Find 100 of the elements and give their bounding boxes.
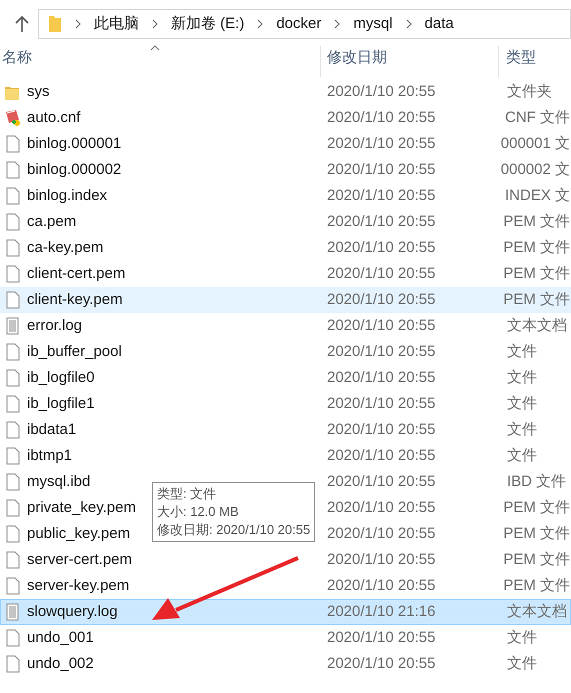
file-icon [4, 161, 22, 179]
column-header[interactable]: 类型 [498, 46, 571, 77]
file-row[interactable]: client-key.pem 2020/1/10 20:55 PEM 文件 [0, 287, 571, 313]
sort-caret-icon [150, 45, 160, 51]
file-icon [4, 265, 22, 283]
breadcrumb[interactable]: 新加卷 (E:) [171, 12, 244, 36]
file-name: server-key.pem [27, 576, 130, 594]
file-name: ib_buffer_pool [27, 342, 122, 360]
modified-date: 2020/1/10 20:55 [326, 82, 436, 102]
modified-date: 2020/1/10 20:55 [326, 524, 436, 544]
modified-date: 2020/1/10 20:55 [326, 628, 436, 648]
file-row[interactable]: slowquery.log 2020/1/10 21:16 文本文档 [0, 599, 571, 625]
address-bar[interactable]: 此电脑 新加卷 (E:) docker mysql data [38, 9, 571, 39]
file-type: 文件夹 [506, 82, 552, 102]
modified-date: 2020/1/10 20:55 [326, 316, 436, 336]
modified-date: 2020/1/10 20:55 [326, 212, 436, 232]
file-type: PEM 文件 [502, 498, 570, 518]
file-icon [4, 135, 22, 153]
column-header[interactable]: 修改日期 [320, 46, 498, 77]
file-type: 文本文档 [506, 316, 567, 336]
file-type: 文件 [506, 420, 537, 440]
file-type: 文件 [506, 394, 537, 414]
file-name: mysql.ibd [27, 472, 90, 490]
modified-date: 2020/1/10 20:55 [326, 160, 436, 180]
file-name: undo_001 [27, 628, 94, 646]
file-name: ibtmp1 [27, 446, 72, 464]
file-type: 文件 [506, 342, 537, 362]
modified-date: 2020/1/10 21:16 [326, 602, 436, 622]
modified-date: 2020/1/10 20:55 [326, 576, 436, 596]
file-icon [4, 213, 22, 231]
file-name: private_key.pem [27, 498, 136, 516]
breadcrumb[interactable]: 此电脑 [94, 12, 139, 36]
column-header[interactable]: 名称 [0, 46, 320, 77]
file-type: 文件 [506, 654, 537, 674]
file-name: client-key.pem [27, 290, 123, 308]
file-type: PEM 文件 [502, 290, 570, 310]
file-type: 文件 [506, 446, 537, 466]
file-name: binlog.index [27, 186, 108, 204]
file-type: PEM 文件 [502, 550, 570, 570]
file-type: INDEX 文 [504, 186, 570, 206]
file-type: PEM 文件 [502, 576, 570, 596]
chevron-icon[interactable] [257, 19, 264, 29]
file-name: error.log [27, 316, 82, 334]
chevron-icon[interactable] [406, 19, 412, 29]
file-name: binlog.000001 [27, 134, 122, 152]
chevron-icon[interactable] [75, 19, 81, 29]
modified-date: 2020/1/10 20:55 [326, 550, 436, 570]
file-icon [4, 473, 22, 491]
file-type: PEM 文件 [502, 212, 570, 232]
modified-date: 2020/1/10 20:55 [326, 368, 436, 388]
file-icon [4, 187, 22, 205]
file-type: 文件 [506, 368, 537, 388]
file-icon [4, 499, 22, 517]
breadcrumb[interactable]: mysql [353, 12, 393, 36]
modified-date: 2020/1/10 20:55 [326, 186, 436, 206]
modified-date: 2020/1/10 20:55 [326, 290, 436, 310]
file-type: PEM 文件 [502, 524, 570, 544]
file-icon [4, 369, 22, 387]
chevron-icon[interactable] [334, 19, 340, 29]
file-icon [4, 655, 22, 673]
gear-file-icon [4, 109, 22, 127]
file-icon [4, 447, 22, 465]
file-type: IBD 文件 [506, 472, 566, 492]
up-arrow-icon[interactable] [14, 15, 30, 33]
file-icon [4, 395, 22, 413]
file-name: ca-key.pem [27, 238, 104, 256]
file-name: slowquery.log [27, 602, 118, 620]
file-name: ib_logfile0 [27, 368, 95, 386]
file-name: client-cert.pem [27, 264, 126, 282]
breadcrumb[interactable]: data [424, 12, 454, 36]
file-icon [4, 239, 22, 257]
modified-date: 2020/1/10 20:55 [326, 342, 436, 362]
file-icon [4, 525, 22, 543]
file-icon [4, 629, 22, 647]
file-name: sys [27, 82, 50, 100]
file-type: 文本文档 [506, 602, 567, 622]
chevron-icon[interactable] [152, 19, 158, 29]
modified-date: 2020/1/10 20:55 [326, 264, 436, 284]
modified-date: 2020/1/10 20:55 [326, 108, 436, 128]
folder-icon [48, 15, 62, 33]
file-icon [4, 421, 22, 439]
file-name: ibdata1 [27, 420, 76, 438]
file-icon [4, 291, 22, 309]
file-icon [4, 343, 22, 361]
file-type: PEM 文件 [502, 264, 570, 284]
file-type: 000002 文 [500, 160, 570, 180]
modified-date: 2020/1/10 20:55 [326, 134, 436, 154]
tooltip: 类型: 文件 大小: 12.0 MB 修改日期: 2020/1/10 20:55 [152, 482, 316, 542]
file-name: public_key.pem [27, 524, 130, 542]
modified-date: 2020/1/10 20:55 [326, 498, 436, 518]
file-name: undo_002 [27, 654, 94, 672]
modified-date: 2020/1/10 20:55 [326, 238, 436, 258]
breadcrumb[interactable]: docker [276, 12, 322, 36]
file-icon [4, 577, 22, 595]
file-type: 000001 文 [500, 134, 570, 154]
modified-date: 2020/1/10 20:55 [326, 420, 436, 440]
file-type: 文件 [506, 628, 537, 648]
file-name: server-cert.pem [27, 550, 132, 568]
file-name: auto.cnf [27, 108, 80, 126]
modified-date: 2020/1/10 20:55 [326, 654, 436, 674]
